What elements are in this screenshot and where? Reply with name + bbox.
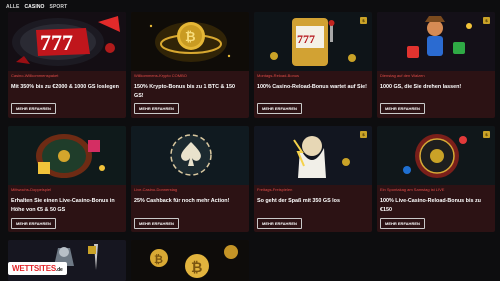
- promo-title: 1000 GS, die Sie drehen lassen!: [380, 84, 462, 90]
- more-info-button[interactable]: MEHR ERFAHREN: [134, 103, 179, 115]
- roulette-gifts-icon: [8, 126, 126, 185]
- roulette-wheel-icon: $: [377, 126, 495, 185]
- promo-title: So geht der Spaß mit 350 GS los: [257, 198, 340, 204]
- coin-badge-icon: $: [483, 131, 490, 138]
- tab-sport[interactable]: SPORT: [50, 4, 68, 10]
- coin-badge-icon: $: [360, 17, 367, 24]
- promo-category: Mittwochs-Doppelspiel: [11, 187, 52, 192]
- promo-category: Dienstag auf den Walzen: [380, 73, 425, 78]
- site-logo: WETTSITES.de: [8, 262, 67, 275]
- logo-main: WETTSITES: [12, 264, 56, 273]
- slot-machine-icon: 777 $: [254, 12, 372, 71]
- more-info-button[interactable]: MEHR ERFAHREN: [11, 218, 56, 230]
- promo-card[interactable]: ₿ ₿: [131, 240, 249, 281]
- coin-badge-icon: $: [483, 17, 490, 24]
- more-info-button[interactable]: MEHR ERFAHREN: [380, 103, 425, 115]
- svg-text:777: 777: [40, 30, 73, 55]
- svg-text:₿: ₿: [154, 254, 163, 266]
- more-info-button[interactable]: MEHR ERFAHREN: [380, 218, 425, 230]
- promo-title: Mit 350% bis zu €2000 & 1000 GS loslegen: [11, 84, 119, 90]
- zeus-icon: $: [254, 126, 372, 185]
- coin-badge-icon: $: [360, 131, 367, 138]
- promo-category: Live-Casino-Donnerstag: [134, 187, 178, 192]
- bitcoins-icon: ₿ ₿: [131, 240, 249, 281]
- promo-title: 100% Casino-Reload-Bonus wartet auf Sie!: [257, 84, 367, 90]
- more-info-button[interactable]: MEHR ERFAHREN: [11, 103, 56, 115]
- promo-card[interactable]: Live-Casino-Donnerstag 25% Cashback für …: [131, 126, 249, 232]
- dice-character-icon: $: [377, 12, 495, 71]
- more-info-button[interactable]: MEHR ERFAHREN: [257, 103, 302, 115]
- gold-bitcoin-icon: ₿: [131, 12, 249, 71]
- svg-text:777: 777: [297, 32, 315, 46]
- promo-category: Willkommens-Krypto COMBO: [134, 73, 187, 78]
- tab-casino[interactable]: CASINO: [24, 4, 44, 10]
- promo-title: Erhalten Sie einen Live-Casino-Bonus in …: [11, 198, 115, 213]
- promo-card[interactable]: $ Dienstag auf den Walzen 1000 GS, die S…: [377, 12, 495, 118]
- promo-category: Freitags-Freispielen: [257, 187, 293, 192]
- more-info-button[interactable]: MEHR ERFAHREN: [257, 218, 302, 230]
- promo-title: 150% Krypto-Bonus bis zu 1 BTC & 150 GS!: [134, 84, 235, 99]
- promo-card[interactable]: 777 Casino-Willkommenspaket Mit 350% bis…: [8, 12, 126, 118]
- promo-card[interactable]: $ Ein Spontakag am Samstag ist LIVE 100%…: [377, 126, 495, 232]
- promo-title: 100% Live-Casino-Reload-Bonus bis zu €15…: [380, 198, 481, 213]
- tab-alle[interactable]: ALLE: [6, 4, 19, 10]
- promo-card[interactable]: Mittwochs-Doppelspiel Erhalten Sie einen…: [8, 126, 126, 232]
- promo-category: Casino-Willkommenspaket: [11, 73, 59, 78]
- promo-title: 25% Cashback für noch mehr Action!: [134, 198, 230, 204]
- promo-card[interactable]: 777 $ Montags-Reload-Bonus 100% Casino-R…: [254, 12, 372, 118]
- promo-card[interactable]: ₿ Willkommens-Krypto COMBO 150% Krypto-B…: [131, 12, 249, 118]
- logo-tld: .de: [55, 267, 63, 273]
- more-info-button[interactable]: MEHR ERFAHREN: [134, 218, 179, 230]
- promo-category: Montags-Reload-Bonus: [257, 73, 300, 78]
- promo-category: Ein Spontakag am Samstag ist LIVE: [380, 187, 445, 192]
- top-nav: ALLE CASINO SPORT: [6, 2, 67, 12]
- roulette-777-icon: 777: [8, 12, 126, 71]
- spade-chip-icon: [131, 126, 249, 185]
- svg-text:₿: ₿: [185, 29, 196, 44]
- svg-text:₿: ₿: [191, 259, 202, 275]
- promo-card[interactable]: $ Freitags-Freispielen So geht der Spaß …: [254, 126, 372, 232]
